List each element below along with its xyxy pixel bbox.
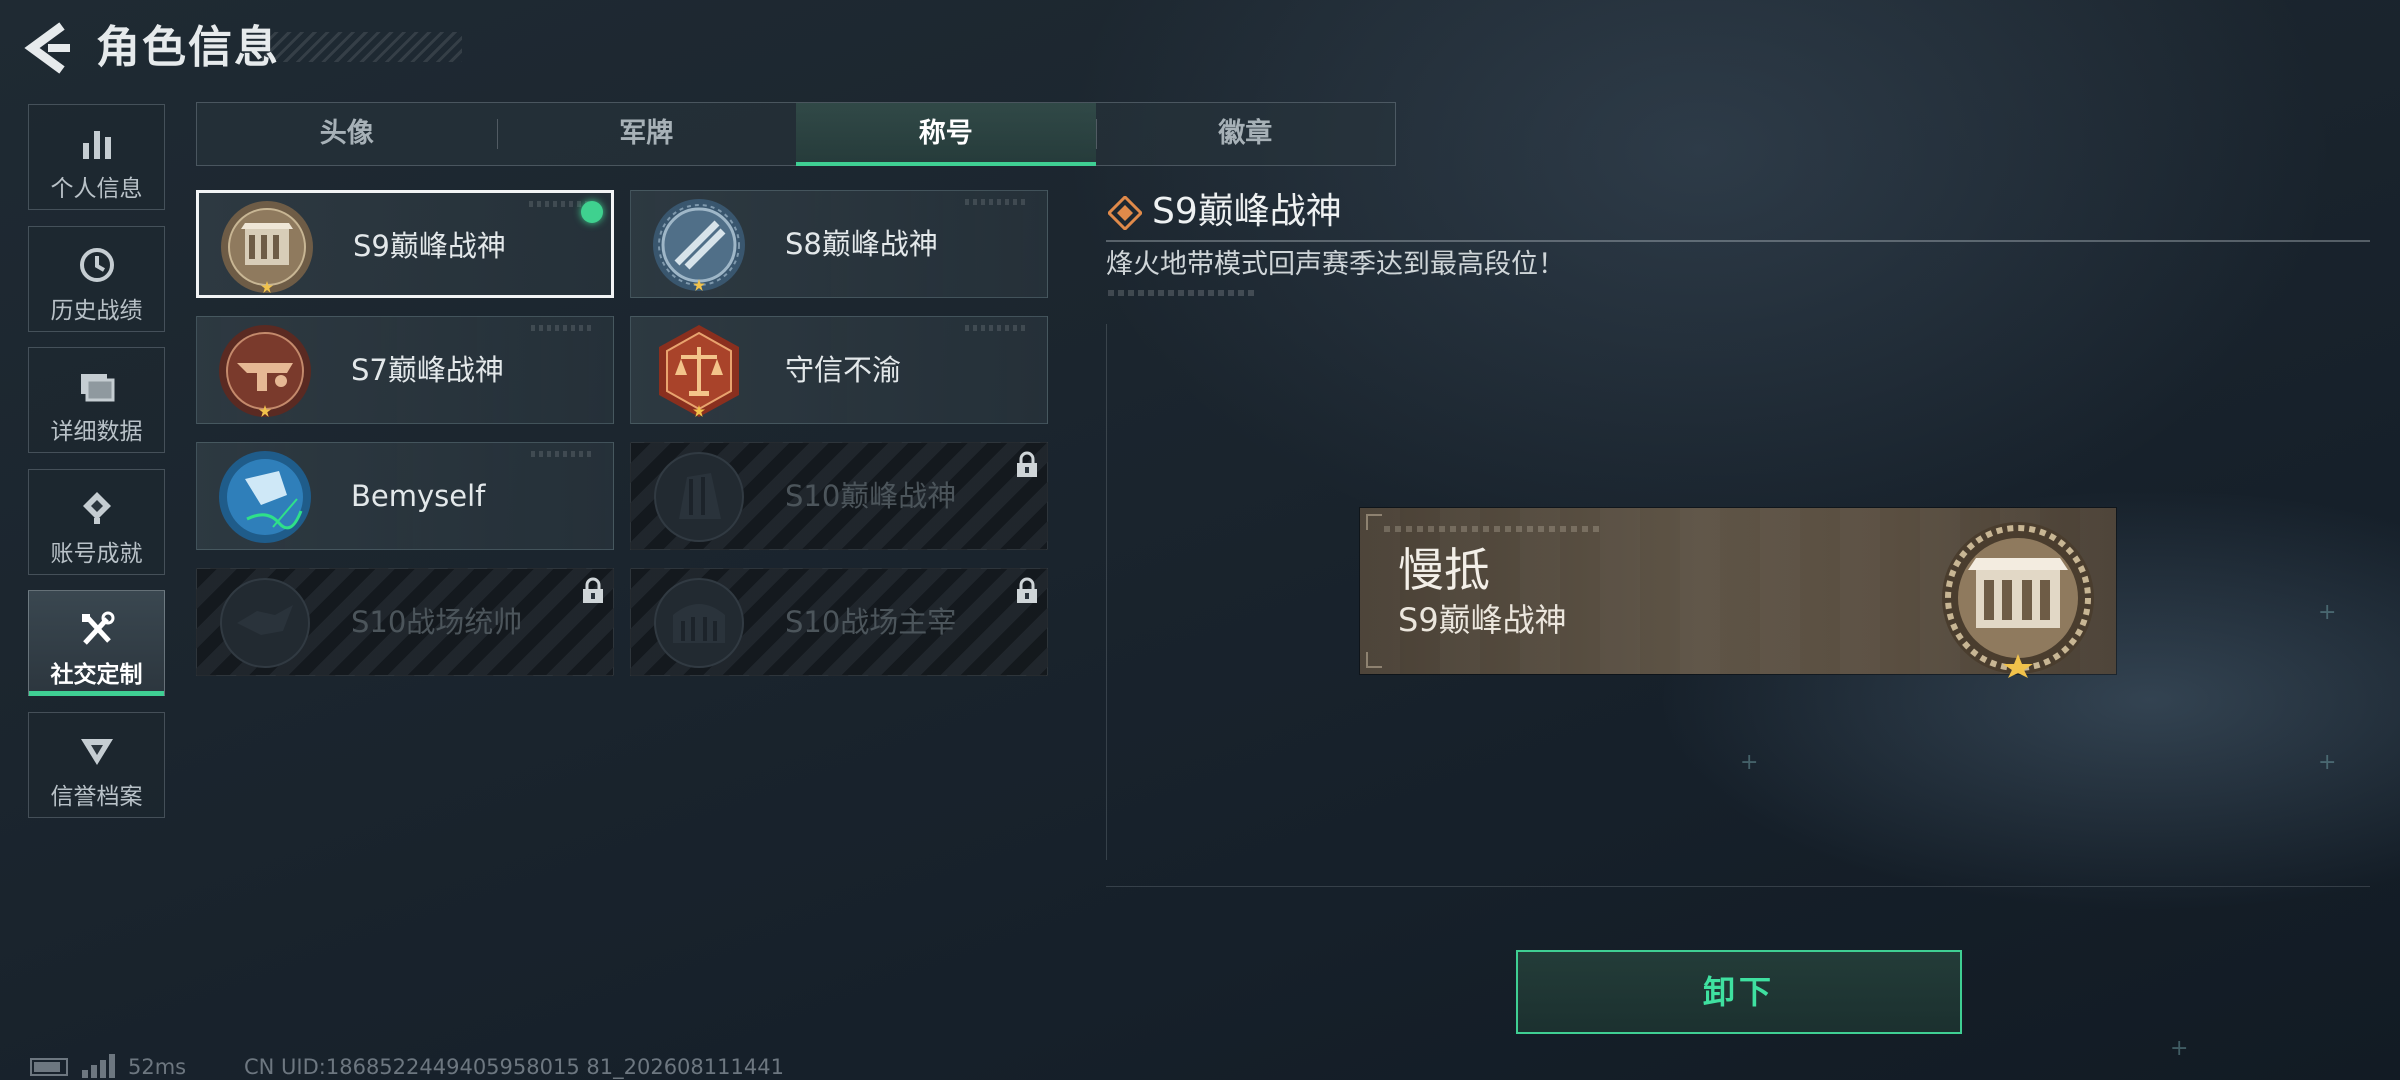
uid-text: CN UID:1868522449405958015 81_2026081114… <box>244 1055 784 1079</box>
card-decoration <box>531 325 591 331</box>
card-decoration <box>965 199 1025 205</box>
sidebar-item-label: 详细数据 <box>50 419 143 445</box>
shield-badge-icon <box>80 739 113 765</box>
sidebar-item-social-custom[interactable]: 社交定制 <box>28 590 165 696</box>
tab-title[interactable]: 称号 <box>796 103 1096 166</box>
tools-icon <box>81 611 114 645</box>
lock-icon <box>1017 577 1037 603</box>
clock-icon <box>79 248 114 282</box>
title-card-name: S10战场主宰 <box>785 605 957 639</box>
preview-title: S9巅峰战神 <box>1398 601 1567 639</box>
plate-decoration <box>1384 526 1604 532</box>
crosshair-decoration: + <box>1740 750 1759 775</box>
title-card[interactable]: S7巅峰战神 <box>196 316 614 424</box>
title-card[interactable]: S10战场主宰 <box>630 568 1048 676</box>
title-card-name: S10巅峰战神 <box>785 479 957 513</box>
title-card[interactable]: S9巅峰战神 <box>196 190 614 298</box>
crosshair-decoration: + <box>2318 600 2337 625</box>
crosshair-decoration: + <box>2170 1036 2189 1061</box>
frame-line <box>1106 324 1123 860</box>
lock-icon <box>1017 451 1037 477</box>
frame-line <box>1106 886 2370 887</box>
tab-badge[interactable]: 徽章 <box>1095 103 1396 165</box>
star-icon <box>693 279 705 291</box>
sidebar-item-label: 历史战绩 <box>50 298 143 324</box>
sidebar-item-label: 账号成就 <box>50 541 143 567</box>
tab-avatar[interactable]: 头像 <box>197 103 497 165</box>
title-card-name: S10战场统帅 <box>351 605 523 639</box>
s10-commander-emblem-icon <box>217 575 313 671</box>
plate-corner <box>1366 652 1382 668</box>
sidebar-item-label: 社交定制 <box>50 662 143 688</box>
s10-dominator-emblem-icon <box>651 575 747 671</box>
bar-chart-icon <box>82 131 111 159</box>
title-card-name: Bemyself <box>351 479 486 513</box>
title-card-name: S7巅峰战神 <box>351 353 504 387</box>
category-tabs: 头像 军牌 称号 徽章 <box>196 102 1396 166</box>
title-card-name: S9巅峰战神 <box>353 229 506 263</box>
s9-peak-emblem-icon <box>1942 522 2094 678</box>
s10-peak-emblem-icon <box>651 449 747 545</box>
detail-decoration <box>1108 290 1258 296</box>
tab-dogtag[interactable]: 军牌 <box>496 103 797 165</box>
detail-title: S9巅峰战神 <box>1152 191 1342 232</box>
achievement-icon <box>82 492 111 524</box>
diamond-icon <box>1108 196 1142 230</box>
lock-icon <box>583 577 603 603</box>
sidebar-item-label: 信誉档案 <box>50 784 143 810</box>
chevron-left-icon <box>24 22 70 74</box>
star-icon <box>261 281 273 293</box>
ping-value: 52ms <box>128 1055 187 1079</box>
title-card[interactable]: S10战场统帅 <box>196 568 614 676</box>
back-button[interactable] <box>24 20 74 76</box>
star-icon <box>693 405 705 417</box>
title-card[interactable]: 守信不渝 <box>630 316 1048 424</box>
signal-icon <box>82 1054 115 1078</box>
player-name: 慢抵 <box>1398 543 1490 597</box>
header-decoration <box>262 32 462 62</box>
crosshair-decoration: + <box>2318 750 2337 775</box>
title-card[interactable]: Bemyself <box>196 442 614 550</box>
title-card[interactable]: S10巅峰战神 <box>630 442 1048 550</box>
divider <box>1106 240 2370 242</box>
title-preview-plate: 慢抵 S9巅峰战神 <box>1360 508 2116 678</box>
card-decoration <box>965 325 1025 331</box>
battery-icon <box>30 1058 68 1076</box>
detail-description: 烽火地带模式回声赛季达到最高段位！ <box>1106 249 1565 280</box>
bemyself-emblem-icon <box>217 449 313 545</box>
sidebar-item-history[interactable]: 历史战绩 <box>28 226 165 332</box>
plate-corner <box>1366 514 1382 530</box>
sidebar-item-credit[interactable]: 信誉档案 <box>28 712 165 818</box>
title-card[interactable]: S8巅峰战神 <box>630 190 1048 298</box>
sidebar-item-profile[interactable]: 个人信息 <box>28 104 165 210</box>
card-decoration <box>531 451 591 457</box>
sidebar-item-label: 个人信息 <box>50 176 143 202</box>
title-card-name: 守信不渝 <box>785 353 902 387</box>
star-icon <box>259 405 271 417</box>
card-decoration <box>529 201 589 207</box>
sidebar-item-achievements[interactable]: 账号成就 <box>28 469 165 575</box>
unequip-button[interactable]: 卸下 <box>1516 950 1962 1034</box>
folder-icon <box>80 374 114 402</box>
equipped-indicator <box>581 201 603 223</box>
title-card-name: S8巅峰战神 <box>785 227 938 261</box>
sidebar-item-details[interactable]: 详细数据 <box>28 347 165 453</box>
page-title: 角色信息 <box>96 22 280 73</box>
